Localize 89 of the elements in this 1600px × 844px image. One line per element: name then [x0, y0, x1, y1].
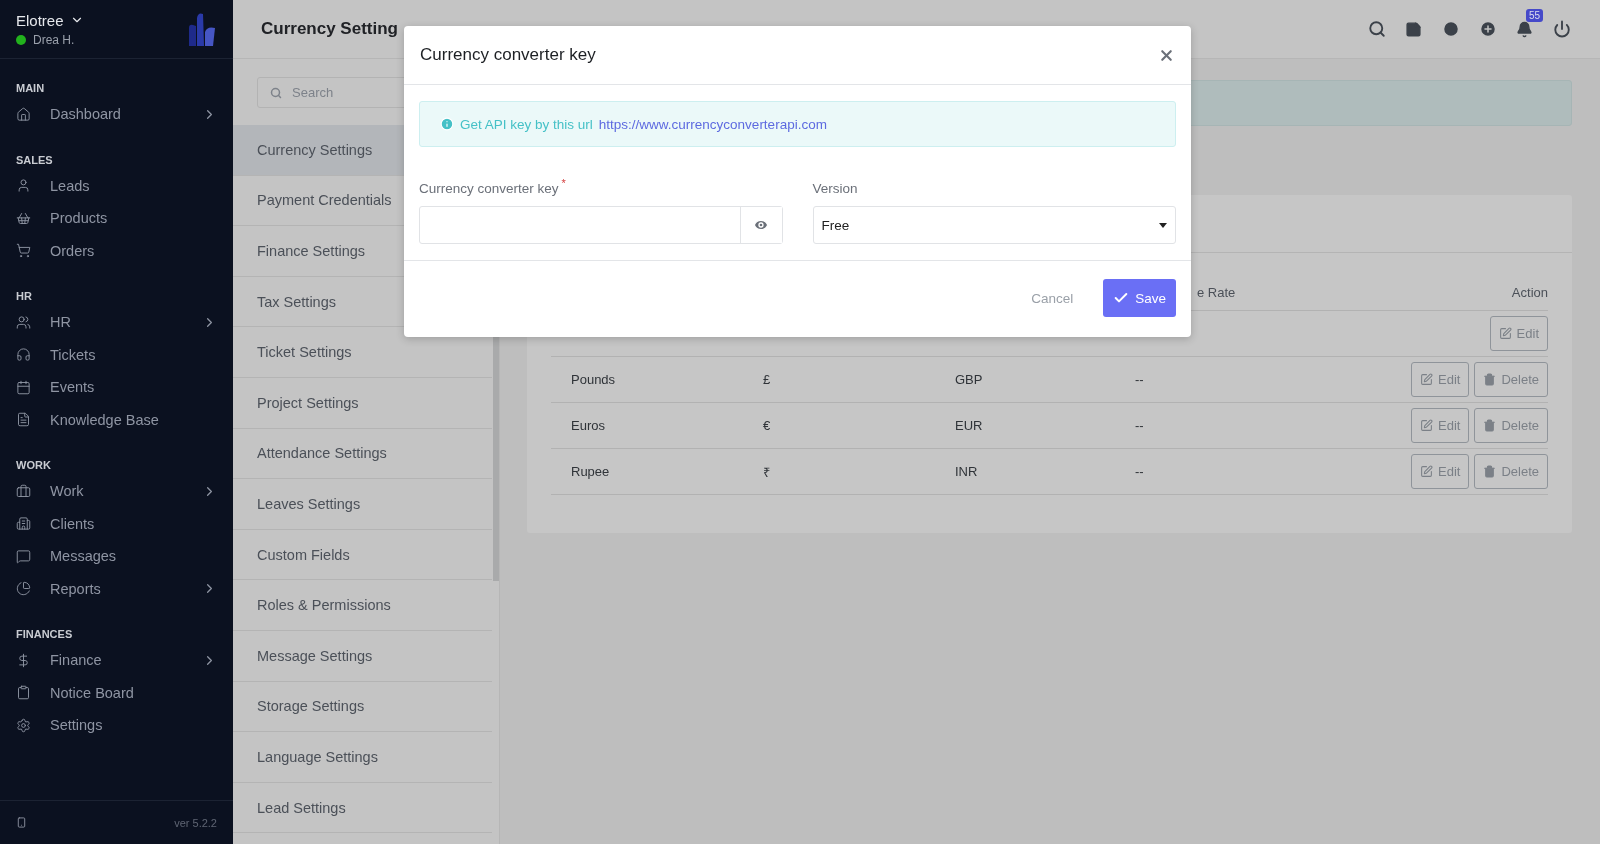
- edit-icon: [1420, 465, 1433, 478]
- column-header: Action: [1511, 285, 1548, 300]
- table-cell-text: Euros: [570, 418, 606, 433]
- edit-icon: [1420, 373, 1433, 386]
- nav-item[interactable]: Notice Board: [50, 684, 217, 701]
- briefcase-icon: [16, 483, 31, 499]
- nav-item[interactable]: HR: [50, 314, 202, 331]
- settings-menu-item[interactable]: Attendance Settings: [233, 428, 492, 480]
- table-cell-text: Pounds: [570, 372, 617, 387]
- user-icon: [16, 178, 31, 194]
- trash-icon: [1483, 373, 1497, 386]
- nav-item[interactable]: Knowledge Base: [50, 411, 217, 428]
- nav-item[interactable]: Products: [50, 210, 217, 227]
- headphones-icon: [16, 347, 31, 363]
- section-title: SALES: [15, 152, 54, 167]
- message-icon: [16, 548, 31, 564]
- search-icon[interactable]: [1367, 20, 1386, 38]
- nav-item[interactable]: Work: [50, 483, 202, 500]
- building-icon: [16, 516, 31, 532]
- search-icon: [270, 86, 282, 99]
- nav-item[interactable]: Tickets: [50, 346, 217, 363]
- info-icon: [440, 117, 454, 131]
- required-mark: *: [561, 177, 566, 189]
- table-cell-text: --: [1134, 464, 1145, 479]
- caret-icon: [1159, 222, 1167, 228]
- logo-icon: [187, 12, 217, 46]
- home-icon: [16, 106, 31, 122]
- edit-icon: [1498, 327, 1512, 340]
- nav-item[interactable]: Settings: [50, 717, 217, 734]
- settings-menu-item[interactable]: Lead Settings: [233, 782, 492, 834]
- table-cell-text: Rupee: [570, 464, 611, 479]
- phone-icon[interactable]: [16, 817, 27, 828]
- section-title: WORK: [15, 458, 52, 472]
- document-icon: [16, 412, 31, 428]
- field-label: Version: [812, 180, 858, 196]
- power-icon[interactable]: [1552, 20, 1571, 38]
- version-select[interactable]: Free: [812, 206, 1176, 244]
- table-cell-text: EUR: [954, 418, 984, 433]
- settings-menu-item[interactable]: Custom Fields: [233, 529, 492, 581]
- settings-menu-item[interactable]: Language Settings: [233, 732, 492, 783]
- nav-item[interactable]: Clients: [50, 515, 217, 532]
- company-name[interactable]: Elotree: [16, 11, 64, 29]
- modal-title: Currency converter key: [420, 45, 596, 65]
- user-name: Drea H.: [33, 32, 75, 47]
- table-cell-text: GBP: [954, 372, 984, 387]
- nav-item[interactable]: Orders: [50, 242, 217, 259]
- nav-item[interactable]: Reports: [50, 580, 202, 597]
- settings-menu-item[interactable]: Storage Settings: [233, 681, 492, 733]
- notification-badge: 55: [1526, 8, 1544, 22]
- table-cell-text: ₹: [762, 463, 771, 481]
- column-header: e Rate: [1197, 285, 1236, 300]
- table-cell-text: --: [1134, 418, 1145, 433]
- basket-icon: [16, 210, 31, 226]
- show-password-button[interactable]: [739, 207, 782, 243]
- settings-menu-item[interactable]: Project Settings: [233, 377, 492, 429]
- table-cell-text: £: [762, 372, 772, 387]
- note-icon[interactable]: [1405, 20, 1422, 38]
- nav-item[interactable]: Finance: [50, 652, 202, 669]
- cart-icon: [16, 243, 31, 259]
- nav-item[interactable]: Leads: [50, 177, 217, 194]
- key-input-field[interactable]: [419, 206, 783, 244]
- settings-menu-item[interactable]: Message Settings: [233, 630, 492, 682]
- table-cell-text: INR: [954, 464, 979, 479]
- pie-chart-icon: [16, 581, 31, 597]
- version-label: ver 5.2.2: [174, 816, 217, 829]
- section-title: MAIN: [15, 81, 46, 95]
- calendar-icon: [16, 379, 31, 395]
- nav-item[interactable]: Messages: [50, 548, 217, 565]
- trash-icon: [1483, 419, 1497, 432]
- add-icon[interactable]: [1478, 20, 1497, 38]
- cancel-button[interactable]: Cancel: [1025, 289, 1080, 307]
- table-cell-text: €: [762, 418, 772, 433]
- gear-icon: [16, 717, 31, 733]
- settings-menu-item[interactable]: Leaves Settings: [233, 479, 492, 530]
- table-cell-text: --: [1134, 372, 1145, 387]
- section-title: FINANCES: [15, 627, 74, 641]
- nav-item[interactable]: Dashboard: [50, 106, 202, 123]
- section-title: HR: [15, 289, 33, 303]
- api-link[interactable]: https://www.currencyconverterapi.com: [598, 116, 827, 132]
- page-title: Currency Setting: [261, 19, 399, 39]
- dollar-icon: [16, 652, 31, 668]
- nav-item[interactable]: Events: [50, 379, 217, 396]
- notification-icon[interactable]: [1516, 20, 1533, 38]
- edit-icon: [1420, 419, 1433, 432]
- users-icon: [16, 314, 31, 330]
- clipboard-icon: [16, 685, 31, 701]
- trash-icon: [1483, 465, 1497, 478]
- settings-menu-item[interactable]: Roles & Permissions: [233, 580, 492, 631]
- save-button[interactable]: Save: [1103, 279, 1176, 317]
